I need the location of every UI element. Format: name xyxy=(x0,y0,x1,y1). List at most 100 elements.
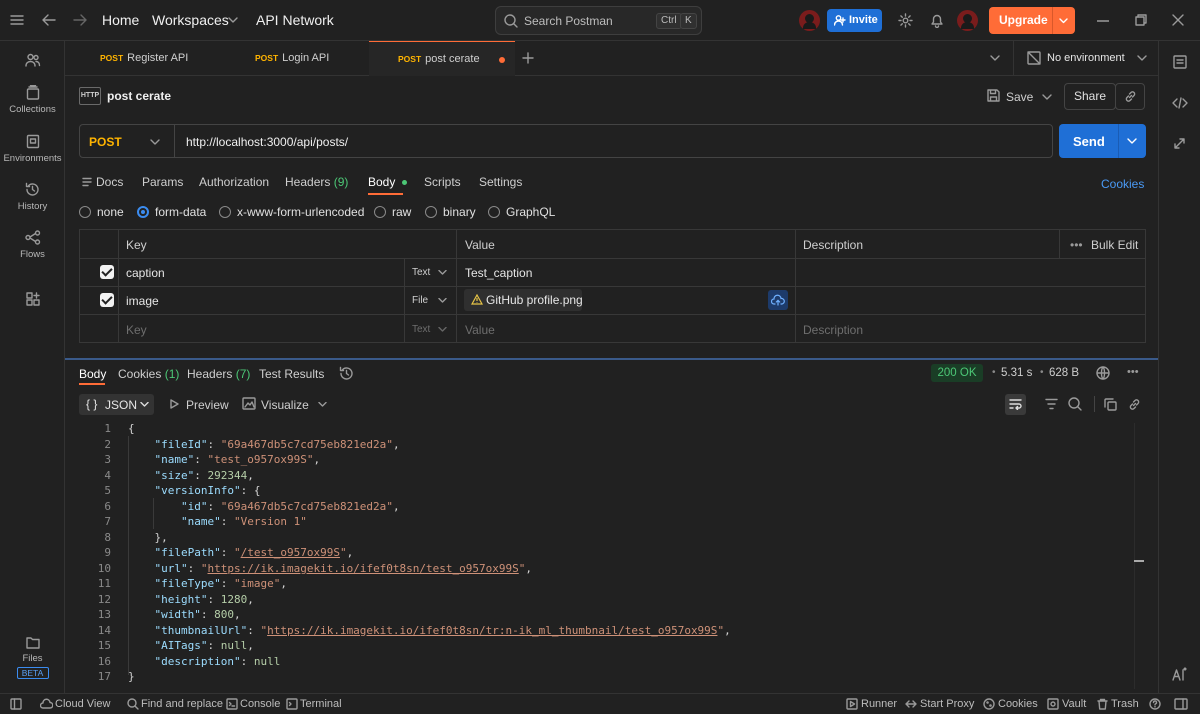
help-icon[interactable] xyxy=(1149,698,1161,710)
url-input[interactable]: http://localhost:3000/api/posts/ xyxy=(186,135,348,149)
runner-button[interactable]: Runner xyxy=(861,698,897,710)
bulk-edit-button[interactable]: Bulk Edit xyxy=(1091,238,1138,252)
upload-cloud-button[interactable] xyxy=(768,290,788,310)
sidebar-item-apps[interactable] xyxy=(0,292,65,310)
tab-authorization[interactable]: Authorization xyxy=(199,175,269,189)
status-badge[interactable]: 200 OK xyxy=(931,364,983,382)
tab-params[interactable]: Params xyxy=(142,175,183,189)
cookies-button[interactable]: Cookies xyxy=(998,698,1038,710)
notification-bell-icon[interactable] xyxy=(930,13,944,28)
globe-icon[interactable] xyxy=(1096,366,1110,380)
chevron-down-icon[interactable] xyxy=(1059,18,1068,24)
profile-avatar[interactable] xyxy=(957,10,978,31)
search-icon[interactable] xyxy=(1068,397,1082,411)
response-history-icon[interactable] xyxy=(339,366,354,381)
chevron-down-icon[interactable] xyxy=(1127,138,1137,144)
copy-link-button[interactable] xyxy=(1115,83,1145,110)
upgrade-button[interactable]: Upgrade xyxy=(989,7,1075,34)
cloud-view-button[interactable]: Cloud View xyxy=(55,698,110,710)
response-tab-headers[interactable]: Headers (7) xyxy=(187,367,250,381)
start-proxy-button[interactable]: Start Proxy xyxy=(920,698,974,710)
tab-body[interactable]: Body xyxy=(368,175,407,189)
response-body-viewer[interactable]: 1 2 3 4 5 6 7 8 9 10 11 12 13 14 15 16 1… xyxy=(65,421,1133,689)
tab-docs[interactable]: Docs xyxy=(96,175,123,189)
sidebar-item-team[interactable] xyxy=(0,53,65,71)
format-select[interactable]: { } JSON xyxy=(79,394,154,415)
sidebar-item-environments[interactable]: Environments xyxy=(0,134,65,164)
sidebar-item-files[interactable]: Files BETA xyxy=(0,636,65,679)
tab-register-api[interactable]: POST Register API xyxy=(100,41,188,76)
code-icon[interactable] xyxy=(1172,97,1188,109)
row-key[interactable]: image xyxy=(126,294,159,308)
value-input-placeholder[interactable]: Value xyxy=(465,323,495,337)
save-button[interactable]: Save xyxy=(1006,90,1033,104)
new-tab-plus-icon[interactable] xyxy=(522,52,534,64)
trash-button[interactable]: Trash xyxy=(1111,698,1139,710)
vault-button[interactable]: Vault xyxy=(1062,698,1086,710)
chevron-down-icon[interactable] xyxy=(318,402,327,407)
home-link[interactable]: Home xyxy=(102,12,139,28)
response-time[interactable]: 5.31 s xyxy=(1001,367,1032,379)
response-divider[interactable] xyxy=(65,358,1158,360)
workspace-name[interactable]: API Network xyxy=(256,12,334,28)
description-input-placeholder[interactable]: Description xyxy=(803,323,863,337)
response-tab-body[interactable]: Body xyxy=(79,367,106,381)
forward-arrow-icon[interactable] xyxy=(73,14,87,26)
response-size[interactable]: 628 B xyxy=(1049,367,1079,379)
documentation-icon[interactable] xyxy=(1173,55,1187,69)
method-select[interactable]: POST xyxy=(80,125,174,157)
visualize-button[interactable]: Visualize xyxy=(261,398,309,412)
scrollbar[interactable] xyxy=(1134,423,1144,689)
console-button[interactable]: Console xyxy=(240,698,280,710)
ai-icon[interactable] xyxy=(1172,667,1188,681)
back-arrow-icon[interactable] xyxy=(42,14,56,26)
find-replace-button[interactable]: Find and replace xyxy=(141,698,223,710)
save-chevron-down-icon[interactable] xyxy=(1042,94,1052,100)
sidebar-item-collections[interactable]: Collections xyxy=(0,85,65,115)
menu-icon[interactable] xyxy=(10,14,24,26)
sidebar-item-history[interactable]: History xyxy=(0,182,65,212)
file-chip[interactable]: GitHub profile.png xyxy=(464,289,583,311)
chevron-down-icon[interactable] xyxy=(438,298,447,303)
row-type-select[interactable]: File xyxy=(412,295,428,306)
layout-icon[interactable] xyxy=(1174,698,1188,710)
copy-icon[interactable] xyxy=(1104,398,1117,411)
row-checkbox[interactable] xyxy=(100,293,114,307)
tab-login-api[interactable]: POST Login API xyxy=(255,41,329,76)
environment-selector[interactable]: No environment xyxy=(1013,41,1158,76)
sidebar-item-flows[interactable]: Flows xyxy=(0,230,65,260)
workspaces-menu[interactable]: Workspaces xyxy=(152,12,229,28)
request-name[interactable]: post cerate xyxy=(107,89,171,103)
filter-icon[interactable] xyxy=(1045,398,1058,410)
chevron-down-icon[interactable] xyxy=(438,327,447,332)
search-bar[interactable]: Search Postman Ctrl K xyxy=(495,6,702,35)
row-key[interactable]: caption xyxy=(126,266,165,280)
tab-post-cerate[interactable]: POST post cerate xyxy=(369,41,515,76)
tab-settings[interactable]: Settings xyxy=(479,175,522,189)
row-checkbox[interactable] xyxy=(100,265,114,279)
send-button[interactable]: Send xyxy=(1059,124,1146,158)
tabs-chevron-down-icon[interactable] xyxy=(990,55,1000,61)
link-icon[interactable] xyxy=(1128,398,1141,411)
chevron-down-icon[interactable] xyxy=(438,270,447,275)
share-button[interactable]: Share xyxy=(1064,83,1116,110)
chevron-down-icon[interactable] xyxy=(228,17,238,23)
invite-button[interactable]: Invite xyxy=(827,9,882,32)
tab-scripts[interactable]: Scripts xyxy=(424,175,461,189)
row-value[interactable]: Test_caption xyxy=(465,266,532,280)
row-type-select[interactable]: Text xyxy=(412,267,430,278)
more-options-icon[interactable]: ••• xyxy=(1127,366,1139,378)
avatar[interactable] xyxy=(799,10,820,31)
toggle-sidebar-icon[interactable] xyxy=(10,698,22,710)
terminal-button[interactable]: Terminal xyxy=(300,698,342,710)
maximize-icon[interactable] xyxy=(1135,14,1147,26)
settings-gear-icon[interactable] xyxy=(898,13,913,28)
tab-headers[interactable]: Headers (9) xyxy=(285,175,348,189)
type-select-placeholder[interactable]: Text xyxy=(412,324,430,335)
key-input-placeholder[interactable]: Key xyxy=(126,323,147,337)
related-icon[interactable] xyxy=(1172,136,1187,151)
minimize-icon[interactable] xyxy=(1097,20,1109,22)
more-options-icon[interactable]: ••• xyxy=(1070,238,1083,252)
response-tab-cookies[interactable]: Cookies (1) xyxy=(118,367,179,381)
wrap-lines-button[interactable] xyxy=(1005,394,1026,415)
